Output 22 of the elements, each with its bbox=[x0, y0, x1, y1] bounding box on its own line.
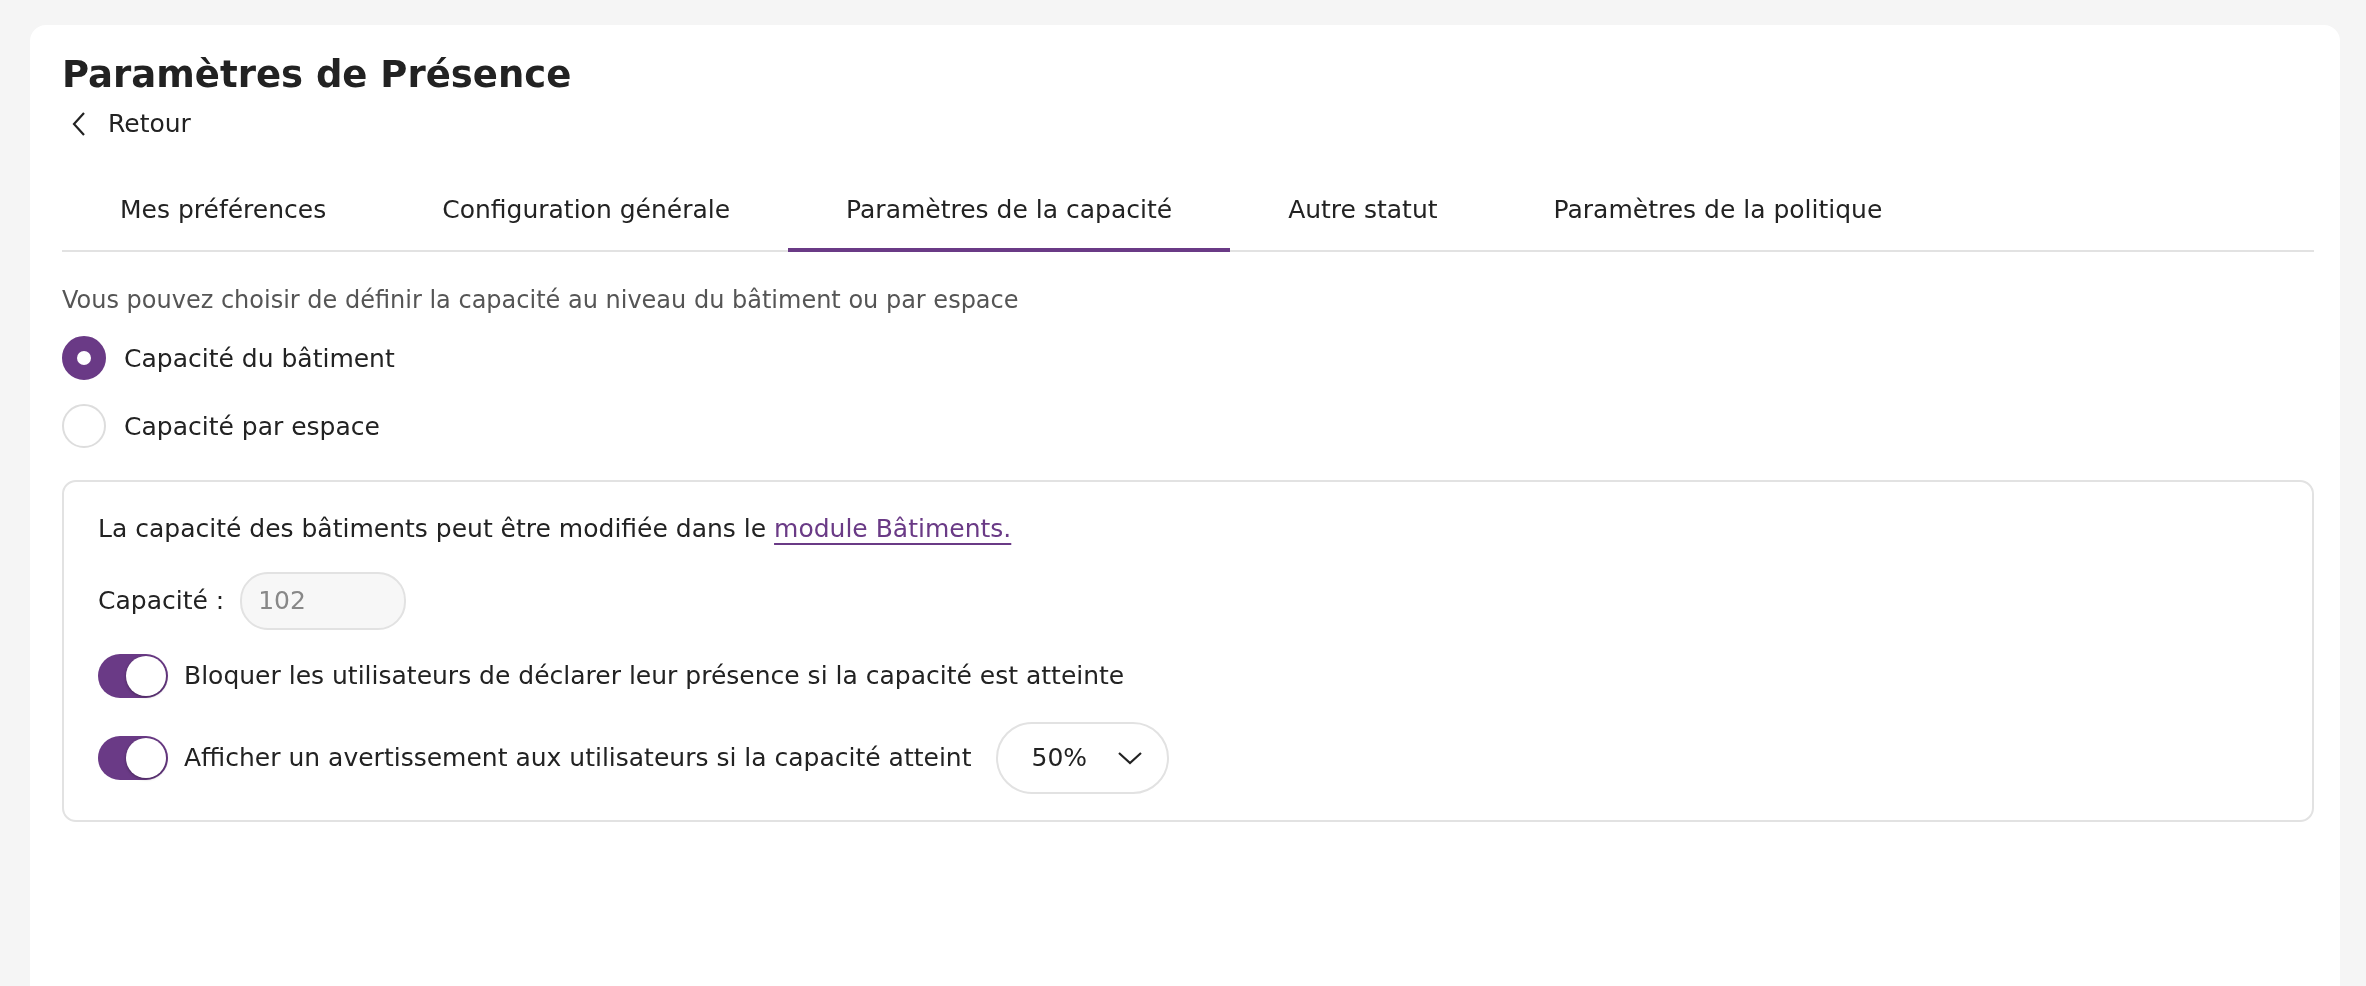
radio-button[interactable] bbox=[62, 336, 106, 381]
tab[interactable]: Paramètres de la capacité bbox=[788, 172, 1231, 253]
info-text: La capacité des bâtiments peut être modifiée dans le module Bâtiments. bbox=[98, 513, 1013, 546]
tab[interactable]: Mes préférences bbox=[62, 172, 385, 253]
page-title: Paramètres de Présence bbox=[62, 53, 573, 98]
module-link[interactable]: module Bâtiments. bbox=[774, 514, 1012, 544]
tab[interactable]: Autre statut bbox=[1230, 172, 1496, 253]
tab[interactable]: Configuration générale bbox=[384, 172, 789, 253]
percent-dropdown[interactable]: 50% bbox=[995, 721, 1170, 794]
chevron-left-icon bbox=[72, 111, 86, 138]
toggle-switch[interactable] bbox=[98, 653, 168, 698]
toggle-label: Bloquer les utilisateurs de déclarer leur présence si la capacité est atteinte bbox=[184, 660, 1125, 693]
capacity-label: Capacité : bbox=[98, 585, 225, 618]
toggle-label: Afficher un avertissement aux utilisateurs si la capacité atteint bbox=[184, 742, 972, 775]
radio-label[interactable]: Capacité du bâtiment bbox=[124, 339, 395, 378]
chevron-down-icon bbox=[1117, 750, 1144, 765]
toggle-switch[interactable] bbox=[98, 735, 168, 780]
radio-label[interactable]: Capacité par espace bbox=[124, 407, 380, 446]
tab[interactable]: Paramètres de la politique bbox=[1495, 172, 1941, 253]
capacity-field[interactable]: 102 bbox=[240, 571, 407, 630]
back-link[interactable]: Retour bbox=[62, 105, 191, 143]
description-text: Vous pouvez choisir de définir la capacité au niveau du bâtiment ou par espace bbox=[62, 285, 1020, 317]
